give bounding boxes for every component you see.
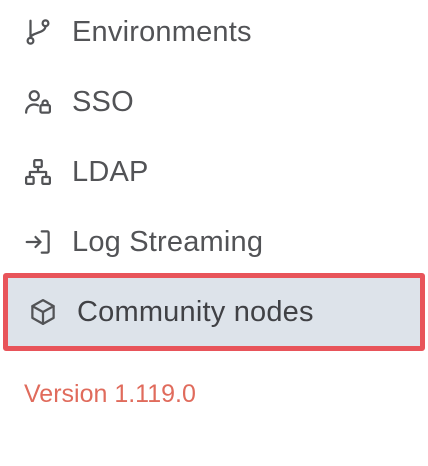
- user-lock-icon: [22, 86, 54, 118]
- sidebar-item-label: Log Streaming: [72, 225, 264, 258]
- sidebar-item-ldap[interactable]: LDAP: [0, 142, 428, 202]
- sidebar-item-label: Environments: [72, 15, 252, 48]
- sidebar-item-label: LDAP: [72, 155, 149, 188]
- sidebar-item-community-nodes[interactable]: Community nodes: [3, 273, 425, 351]
- sign-in-arrow-icon: [22, 226, 54, 258]
- sidebar-item-label: SSO: [72, 85, 134, 118]
- version-text: Version 1.119.0: [24, 380, 196, 408]
- sidebar-item-label: Community nodes: [77, 295, 314, 328]
- cube-icon: [27, 296, 59, 328]
- network-icon: [22, 156, 54, 188]
- sidebar-item-log-streaming[interactable]: Log Streaming: [0, 212, 428, 272]
- git-branch-icon: [22, 16, 54, 48]
- sidebar-item-environments[interactable]: Environments: [0, 2, 428, 62]
- sidebar-item-sso[interactable]: SSO: [0, 72, 428, 132]
